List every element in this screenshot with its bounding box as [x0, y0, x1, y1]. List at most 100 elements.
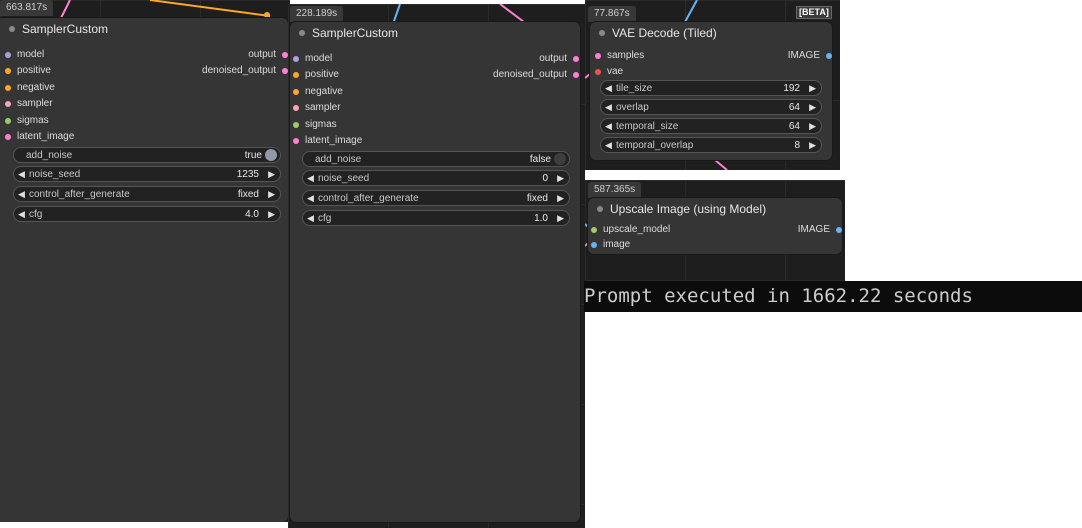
- control-after-generate-widget[interactable]: ◀ control_after_generate fixed ▶: [302, 190, 570, 206]
- widget-value: fixed: [526, 193, 548, 204]
- noise-seed-widget[interactable]: ◀ noise_seed 1235 ▶: [13, 166, 281, 182]
- input-slot-negative[interactable]: negative: [2, 81, 55, 95]
- input-pin[interactable]: [5, 68, 11, 74]
- cfg-widget[interactable]: ◀ cfg 4.0 ▶: [13, 206, 281, 222]
- decrement-arrow-icon[interactable]: ◀: [18, 168, 25, 181]
- input-slot-negative[interactable]: negative: [290, 85, 343, 99]
- add-noise-toggle[interactable]: add_noise false: [302, 151, 570, 167]
- input-pin[interactable]: [293, 89, 299, 95]
- slot-label: latent_image: [305, 135, 363, 146]
- toggle-knob[interactable]: [265, 149, 277, 161]
- input-slot-model[interactable]: model: [290, 52, 332, 66]
- slot-label: sampler: [305, 102, 341, 113]
- temporal-overlap-widget[interactable]: ◀ temporal_overlap 8 ▶: [600, 137, 822, 153]
- execution-time-badge: 228.189s: [290, 6, 344, 22]
- output-slot-image[interactable]: IMAGE: [798, 223, 842, 237]
- input-pin[interactable]: [5, 52, 11, 58]
- sampler-custom-node[interactable]: SamplerCustom model positive negative sa…: [0, 18, 288, 522]
- increment-arrow-icon[interactable]: ▶: [557, 172, 564, 185]
- decrement-arrow-icon[interactable]: ◀: [307, 212, 314, 225]
- widget-label: add_noise: [26, 150, 73, 161]
- temporal-size-widget[interactable]: ◀ temporal_size 64 ▶: [600, 118, 822, 134]
- input-slot-upscale-model[interactable]: upscale_model: [588, 223, 670, 237]
- sampler-custom-node[interactable]: SamplerCustom model positive negative sa…: [290, 22, 580, 522]
- input-slot-image[interactable]: image: [588, 238, 630, 252]
- increment-arrow-icon[interactable]: ▶: [268, 208, 275, 221]
- input-slot-sampler[interactable]: sampler: [290, 101, 341, 115]
- output-slot-denoised-output[interactable]: denoised_output: [493, 68, 579, 82]
- noise-seed-widget[interactable]: ◀ noise_seed 0 ▶: [302, 170, 570, 186]
- input-slot-sampler[interactable]: sampler: [2, 97, 53, 111]
- input-slot-sigmas[interactable]: sigmas: [290, 118, 337, 132]
- add-noise-toggle[interactable]: add_noise true: [13, 147, 281, 163]
- input-slot-samples[interactable]: samples: [592, 49, 644, 63]
- input-pin[interactable]: [591, 227, 597, 233]
- slot-label: positive: [305, 69, 339, 80]
- input-slot-positive[interactable]: positive: [2, 64, 51, 78]
- decrement-arrow-icon[interactable]: ◀: [18, 188, 25, 201]
- input-pin[interactable]: [293, 56, 299, 62]
- output-slot-image[interactable]: IMAGE: [787, 49, 832, 63]
- input-pin[interactable]: [591, 242, 597, 248]
- cfg-widget[interactable]: ◀ cfg 1.0 ▶: [302, 210, 570, 226]
- toggle-knob[interactable]: [554, 153, 566, 165]
- increment-arrow-icon[interactable]: ▶: [557, 212, 564, 225]
- slot-label: IMAGE: [787, 50, 820, 61]
- decrement-arrow-icon[interactable]: ◀: [605, 120, 612, 133]
- input-pin[interactable]: [5, 85, 11, 91]
- decrement-arrow-icon[interactable]: ◀: [605, 82, 612, 95]
- input-slot-latent-image[interactable]: latent_image: [290, 134, 362, 148]
- output-pin[interactable]: [573, 56, 579, 62]
- decrement-arrow-icon[interactable]: ◀: [307, 192, 314, 205]
- increment-arrow-icon[interactable]: ▶: [809, 82, 816, 95]
- input-slot-latent-image[interactable]: latent_image: [2, 130, 74, 144]
- widget-label: add_noise: [315, 154, 362, 165]
- increment-arrow-icon[interactable]: ▶: [268, 188, 275, 201]
- input-pin[interactable]: [595, 53, 601, 59]
- increment-arrow-icon[interactable]: ▶: [557, 192, 564, 205]
- slot-label: sigmas: [305, 119, 337, 130]
- overlap-widget[interactable]: ◀ overlap 64 ▶: [600, 99, 822, 115]
- input-slot-model[interactable]: model: [2, 48, 44, 62]
- panel-middle-sampler: 228.189s SamplerCustom model positive ne…: [288, 4, 585, 528]
- widget-value: 64: [788, 102, 800, 113]
- slot-label: positive: [17, 65, 51, 76]
- input-pin[interactable]: [5, 101, 11, 107]
- input-pin[interactable]: [5, 134, 11, 140]
- slot-label: output: [539, 53, 567, 64]
- vae-decode-tiled-node[interactable]: VAE Decode (Tiled) samples vae IMAGE ◀ t…: [590, 22, 832, 160]
- console-message: Prompt executed in 1662.22 seconds: [584, 285, 973, 307]
- widget-label: temporal_overlap: [616, 140, 694, 151]
- increment-arrow-icon[interactable]: ▶: [809, 101, 816, 114]
- output-pin[interactable]: [836, 227, 842, 233]
- increment-arrow-icon[interactable]: ▶: [809, 120, 816, 133]
- output-slot-denoised-output[interactable]: denoised_output: [202, 64, 288, 78]
- widget-value: fixed: [237, 189, 259, 200]
- output-slot-output[interactable]: output: [539, 52, 579, 66]
- input-slot-positive[interactable]: positive: [290, 68, 339, 82]
- decrement-arrow-icon[interactable]: ◀: [307, 172, 314, 185]
- input-slot-vae[interactable]: vae: [592, 65, 623, 79]
- decrement-arrow-icon[interactable]: ◀: [605, 101, 612, 114]
- control-after-generate-widget[interactable]: ◀ control_after_generate fixed ▶: [13, 186, 281, 202]
- input-slot-sigmas[interactable]: sigmas: [2, 114, 49, 128]
- increment-arrow-icon[interactable]: ▶: [809, 139, 816, 152]
- increment-arrow-icon[interactable]: ▶: [268, 168, 275, 181]
- decrement-arrow-icon[interactable]: ◀: [605, 139, 612, 152]
- input-pin[interactable]: [5, 118, 11, 124]
- slot-label: latent_image: [17, 131, 75, 142]
- execution-time-badge: 77.867s: [588, 6, 636, 22]
- input-pin[interactable]: [595, 69, 601, 75]
- input-pin[interactable]: [293, 122, 299, 128]
- slot-label: sampler: [17, 98, 53, 109]
- slot-label: samples: [607, 50, 645, 61]
- upscale-image-node[interactable]: Upscale Image (using Model) upscale_mode…: [588, 198, 842, 254]
- decrement-arrow-icon[interactable]: ◀: [18, 208, 25, 221]
- input-pin[interactable]: [293, 138, 299, 144]
- tile-size-widget[interactable]: ◀ tile_size 192 ▶: [600, 80, 822, 96]
- output-slot-output[interactable]: output: [248, 48, 288, 62]
- input-pin[interactable]: [293, 105, 299, 111]
- output-pin[interactable]: [573, 72, 579, 78]
- input-pin[interactable]: [293, 72, 299, 78]
- output-pin[interactable]: [826, 53, 832, 59]
